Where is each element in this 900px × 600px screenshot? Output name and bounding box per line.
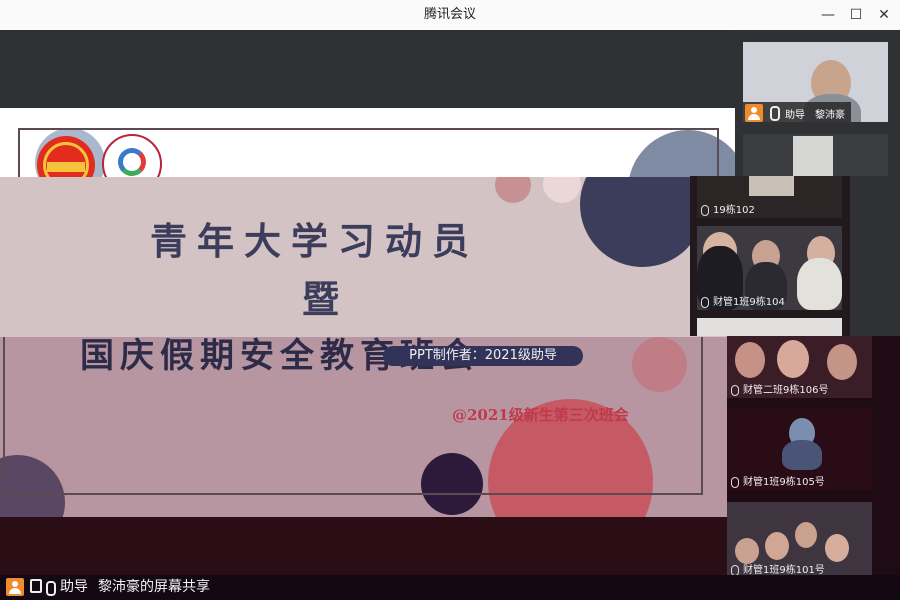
participant-label: 19栋102: [701, 201, 755, 216]
participant-tile[interactable]: 财管二班9栋106号: [727, 336, 872, 398]
title-bar: 腾讯会议 — ☐ ✕: [0, 0, 900, 31]
slide-title-line2: 暨: [302, 277, 349, 321]
participant-label: 财管二班9栋106号: [731, 381, 828, 396]
mic-icon: [731, 564, 739, 576]
class-meeting-stamp: @2021级新生第三次班会: [452, 406, 629, 424]
share-status-text: 黎沛豪的屏幕共享: [98, 579, 210, 595]
participant-label: 财管1班9栋104: [701, 293, 785, 308]
author-label: PPT制作者：2021级助导: [383, 346, 583, 366]
participant-panel: 财管二班9栋106号 财管1班9栋105号 财管1班9栋101号: [727, 336, 900, 576]
mic-icon[interactable]: [46, 581, 56, 596]
mic-icon: [701, 296, 709, 308]
screen-top-area: [0, 30, 735, 108]
participant-tile[interactable]: 财管1班9栋101号: [727, 502, 872, 576]
slide-title-line1: 青年大学习动员: [150, 219, 479, 263]
mic-icon: [731, 476, 739, 488]
screen-share-icon: [30, 579, 42, 593]
close-button[interactable]: ✕: [869, 0, 899, 30]
mic-icon: [701, 204, 709, 216]
decor-circle: [543, 177, 581, 203]
participant-tile[interactable]: 助导 黎沛豪: [743, 42, 888, 122]
slide-title-band: 青年大学习动员 暨: [0, 177, 735, 337]
participant-tile[interactable]: [697, 318, 842, 336]
screen-bottom-area: [0, 517, 735, 575]
mic-icon: [770, 106, 780, 121]
window-title: 腾讯会议: [423, 7, 476, 22]
presenter-role: 助导: [60, 579, 88, 595]
maximize-button[interactable]: ☐: [841, 0, 871, 30]
mic-icon: [731, 384, 739, 396]
participant-name: 黎沛豪: [815, 110, 845, 121]
host-avatar-icon: [745, 104, 763, 122]
participant-tile[interactable]: 财管1班9栋105号: [727, 408, 872, 490]
minimize-button[interactable]: —: [813, 0, 843, 30]
decor-circle: [495, 177, 531, 203]
participant-panel: 19栋102 财管1班9栋104: [690, 176, 850, 336]
decor-circle: [580, 177, 705, 267]
participant-tile[interactable]: 财管1班9栋104: [697, 226, 842, 310]
participant-tile[interactable]: [743, 134, 888, 176]
participant-role: 助导: [785, 110, 805, 121]
participant-tile[interactable]: 19栋102: [697, 176, 842, 218]
shared-screen[interactable]: 青年大学习动员 暨 国庆假期安全教育班会: [0, 30, 735, 575]
participant-label: 财管1班9栋105号: [731, 473, 825, 488]
presenter-avatar-icon: [6, 578, 24, 596]
participant-label: 财管1班9栋101号: [731, 561, 825, 576]
share-status-bar: 助导 黎沛豪的屏幕共享: [0, 575, 900, 600]
